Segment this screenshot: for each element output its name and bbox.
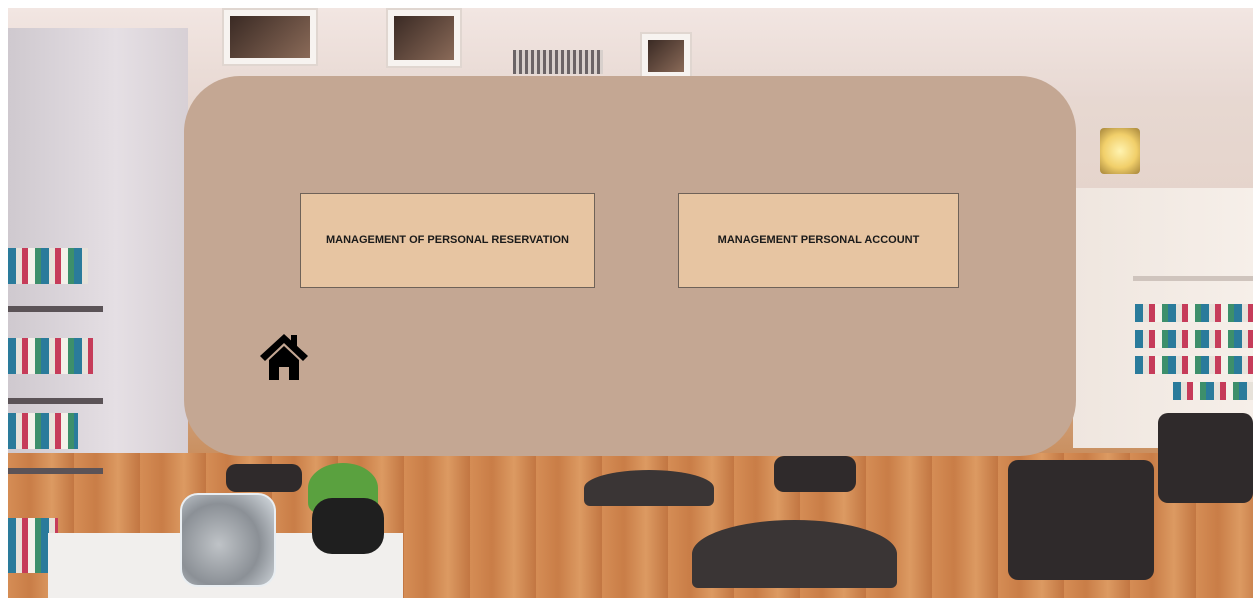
manage-reservation-button[interactable]: MANAGEMENT OF PERSONAL RESERVATION	[300, 193, 595, 288]
air-vent	[513, 50, 603, 74]
menu-panel: MANAGEMENT OF PERSONAL RESERVATION MANAG…	[184, 76, 1076, 456]
shelf	[1133, 276, 1253, 281]
chair-mat	[692, 520, 897, 588]
product-shelf	[1173, 382, 1253, 400]
product-shelf	[1135, 330, 1253, 348]
pendant-lamp	[1100, 128, 1140, 174]
manage-account-label: MANAGEMENT PERSONAL ACCOUNT	[717, 234, 920, 246]
home-button[interactable]	[258, 330, 310, 382]
manage-reservation-label: MANAGEMENT OF PERSONAL RESERVATION	[325, 234, 570, 246]
glass-bowl	[180, 493, 276, 587]
salon-chair	[1008, 460, 1154, 580]
wall-picture	[640, 32, 692, 80]
shelf	[8, 468, 103, 474]
plant-pot	[312, 498, 384, 554]
manage-account-button[interactable]: MANAGEMENT PERSONAL ACCOUNT	[678, 193, 959, 288]
home-icon	[260, 334, 308, 380]
product-shelf	[8, 248, 88, 284]
product-shelf	[8, 338, 93, 374]
shelf	[8, 306, 103, 312]
salon-chair	[226, 464, 302, 492]
product-shelf	[1135, 356, 1253, 374]
salon-chair	[1158, 413, 1253, 503]
product-shelf	[8, 413, 78, 449]
shelf	[8, 398, 103, 404]
wall-picture	[386, 8, 462, 68]
product-shelf	[1135, 304, 1253, 322]
chair-mat	[584, 470, 714, 506]
salon-chair	[774, 456, 856, 492]
wall-picture	[222, 8, 318, 66]
